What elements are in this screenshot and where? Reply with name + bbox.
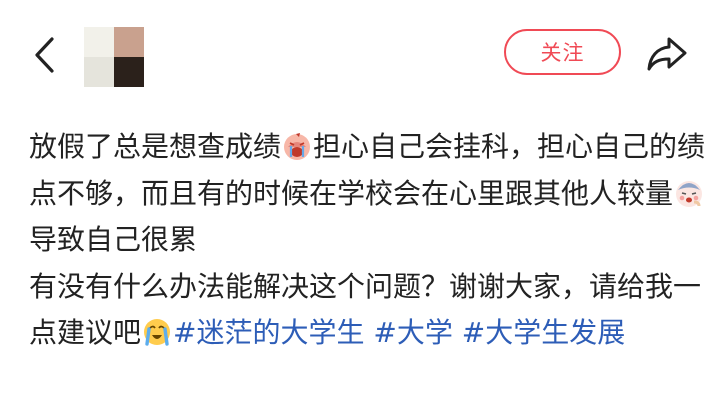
follow-button[interactable]: 关注	[504, 29, 621, 75]
post-text: 放假了总是想查成绩	[29, 130, 282, 163]
avatar-tile	[114, 57, 144, 87]
hashtag-link[interactable]: #大学	[373, 316, 452, 349]
share-button[interactable]	[644, 33, 690, 75]
avatar[interactable]	[84, 27, 144, 87]
post-paragraph-1: 放假了总是想查成绩 担心自己会挂科，担心自己的绩点不够，而且有的时候在学校会在心…	[29, 124, 709, 264]
avatar-tile	[114, 27, 144, 57]
share-arrow-icon	[647, 37, 687, 71]
back-button[interactable]	[24, 32, 64, 78]
hashtag-link[interactable]: #迷茫的大学生	[173, 316, 364, 349]
tired-face-emoji	[676, 180, 703, 207]
crying-face-emoji	[284, 133, 311, 160]
hashtag-link[interactable]: #大学生发展	[462, 316, 625, 349]
post-content: 放假了总是想查成绩 担心自己会挂科，担心自己的绩点不够，而且有的时候在学校会在心…	[29, 124, 709, 357]
avatar-tile	[84, 57, 114, 87]
avatar-tile	[84, 27, 114, 57]
post-text: 导致自己很累	[29, 223, 198, 256]
chevron-left-icon	[35, 37, 54, 73]
loudly-crying-face-emoji	[144, 319, 171, 346]
top-bar: 关注	[0, 0, 720, 105]
post-paragraph-2: 有没有什么办法能解决这个问题？谢谢大家，请给我一点建议吧 #迷茫的大学生 #大学…	[29, 264, 709, 357]
